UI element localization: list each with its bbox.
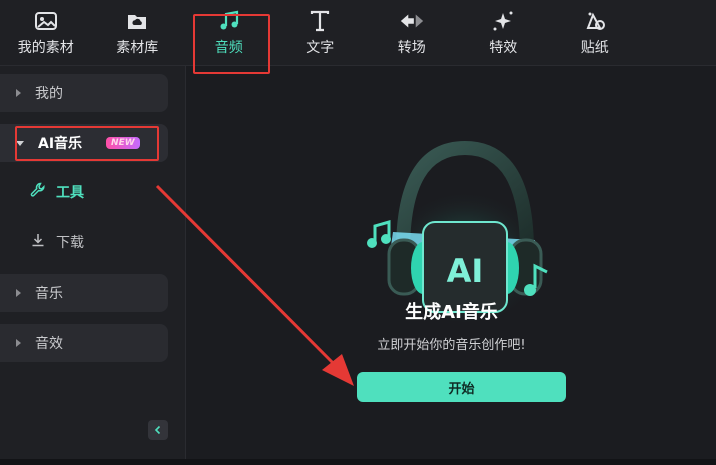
sidebar-subitem-tools[interactable]: 工具 — [0, 173, 168, 211]
tab-label: 音频 — [214, 40, 243, 56]
caret-right-icon — [16, 339, 21, 347]
sidebar-item-label: 我的 — [35, 86, 63, 102]
sticker-icon — [582, 9, 608, 33]
tab-label: 转场 — [397, 40, 426, 56]
text-icon — [307, 9, 333, 33]
sidebar-item-label: 音效 — [35, 336, 63, 352]
sidebar-subitem-label: 工具 — [56, 185, 84, 201]
bottom-bar — [0, 459, 716, 465]
start-button[interactable]: 开始 — [357, 372, 566, 402]
tab-effects[interactable]: 特效 — [458, 0, 550, 66]
wrench-icon — [30, 182, 46, 202]
sidebar-subitem-download[interactable]: 下载 — [0, 223, 168, 261]
main-panel: AI 生成AI音乐 立即开始你的音乐创作吧! 开始 — [187, 66, 716, 459]
cloud-folder-icon — [124, 9, 150, 33]
tab-transition[interactable]: 转场 — [366, 0, 458, 66]
chevron-left-icon — [154, 425, 161, 435]
caret-down-icon — [16, 140, 24, 146]
tab-label: 文字 — [306, 40, 335, 56]
tab-label: 素材库 — [116, 40, 159, 56]
new-badge: NEW — [106, 137, 140, 149]
tab-material-library[interactable]: 素材库 — [92, 0, 184, 66]
sidebar-item-label: AI音乐 — [38, 136, 83, 152]
sidebar-item-my[interactable]: 我的 — [0, 74, 168, 112]
caret-right-icon — [16, 289, 21, 297]
tab-my-materials[interactable]: 我的素材 — [0, 0, 92, 66]
top-tab-bar: 我的素材 素材库 音频 文字 转场 特效 贴纸 — [0, 0, 716, 66]
hero-ai-label: AI — [447, 252, 484, 290]
sidebar-item-ai-music[interactable]: AI音乐 NEW — [0, 124, 168, 162]
collapse-sidebar-button[interactable] — [148, 420, 168, 440]
tab-label: 我的素材 — [17, 40, 74, 56]
tab-label: 贴纸 — [580, 40, 609, 56]
tab-audio[interactable]: 音频 — [183, 0, 275, 66]
download-icon — [30, 232, 46, 252]
tab-text[interactable]: 文字 — [275, 0, 367, 66]
app-window: 我的素材 素材库 音频 文字 转场 特效 贴纸 我的 AI音乐 NEW 工具 下… — [0, 0, 716, 465]
sidebar-subitem-label: 下载 — [56, 235, 84, 251]
sidebar-item-music[interactable]: 音乐 — [0, 274, 168, 312]
image-icon — [33, 9, 59, 33]
tab-label: 特效 — [489, 40, 518, 56]
transition-icon — [399, 9, 425, 33]
caret-right-icon — [16, 89, 21, 97]
sparkle-icon — [490, 9, 516, 33]
page-subtitle: 立即开始你的音乐创作吧! — [377, 338, 526, 353]
sidebar-item-label: 音乐 — [35, 286, 63, 302]
sidebar: 我的 AI音乐 NEW 工具 下载 音乐 音效 — [0, 66, 186, 459]
tab-stickers[interactable]: 贴纸 — [549, 0, 641, 66]
sidebar-item-sfx[interactable]: 音效 — [0, 324, 168, 362]
music-note-icon — [216, 9, 242, 33]
page-title: 生成AI音乐 — [405, 302, 498, 323]
